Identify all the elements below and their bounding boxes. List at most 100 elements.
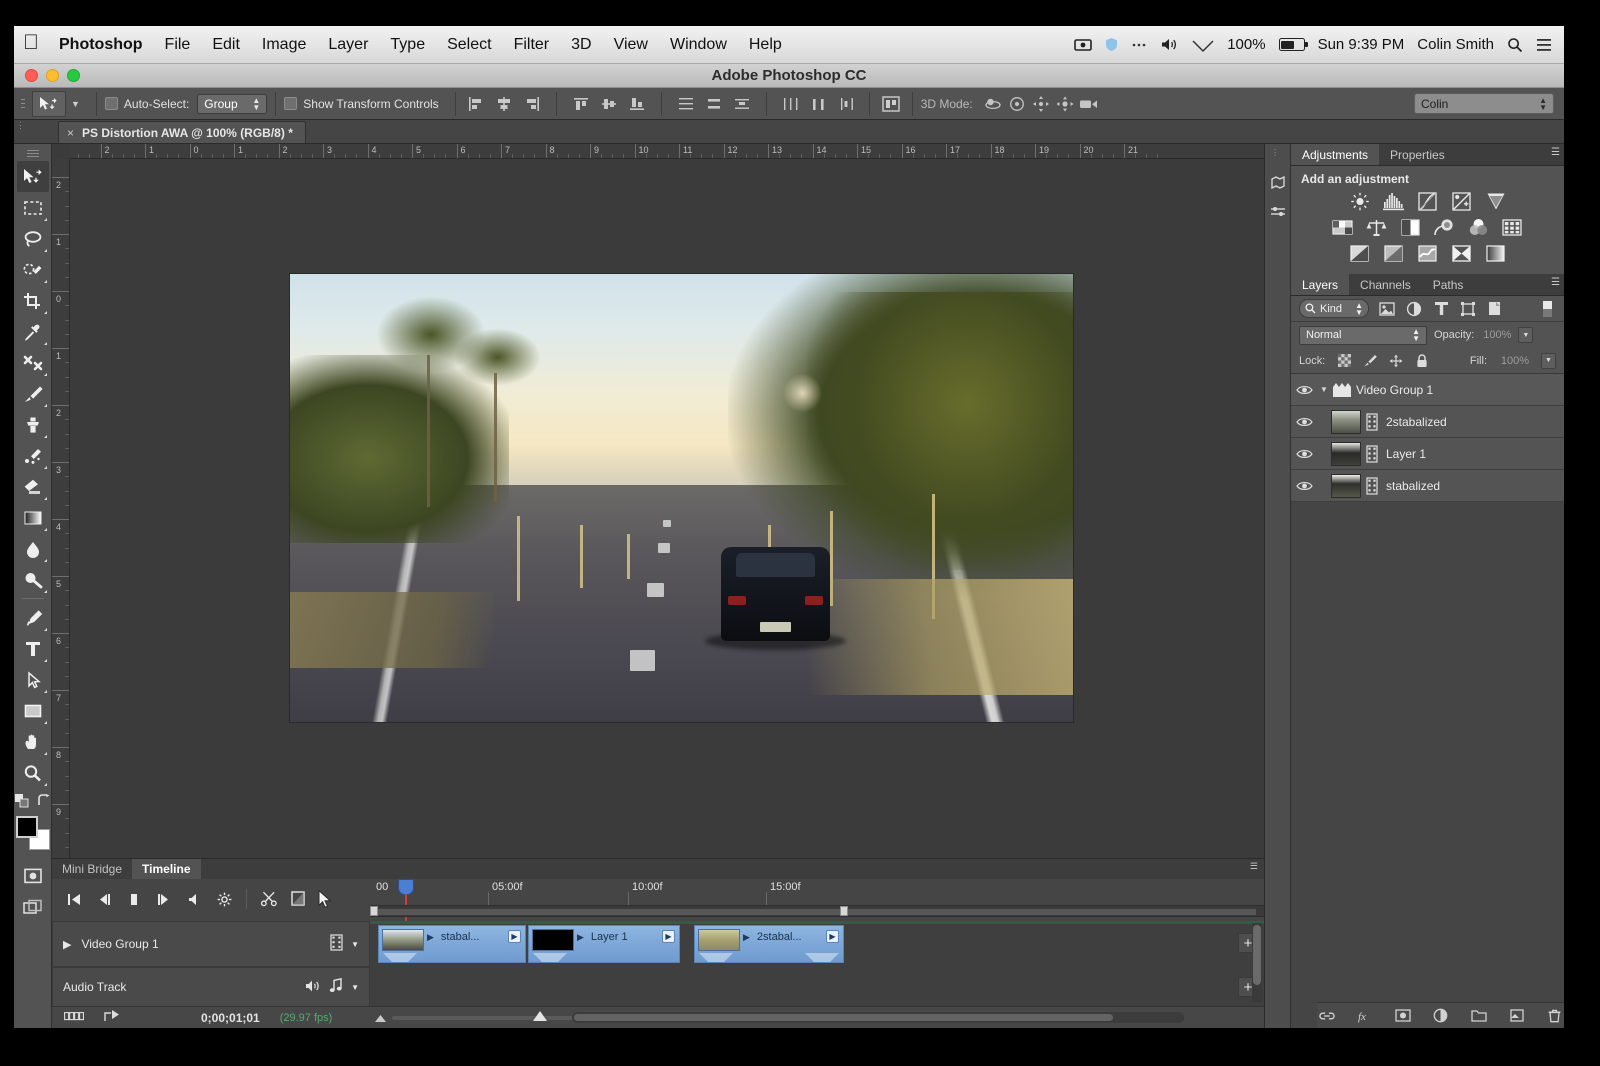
hand-tool[interactable] bbox=[17, 726, 49, 757]
lock-all-icon[interactable] bbox=[1415, 354, 1429, 368]
tool-preset-chevron-down-icon[interactable]: ▼ bbox=[71, 99, 80, 109]
hue-saturation-icon[interactable] bbox=[1332, 217, 1354, 238]
tab-adjustments[interactable]: Adjustments bbox=[1291, 144, 1379, 165]
align-bottom-edges-icon[interactable] bbox=[625, 92, 649, 116]
opacity-stepper[interactable]: ▼ bbox=[1518, 327, 1533, 343]
rectangle-tool[interactable] bbox=[17, 695, 49, 726]
zoom-tool[interactable] bbox=[17, 757, 49, 788]
layer-visibility-toggle[interactable] bbox=[1291, 448, 1317, 460]
menu-bar-clock[interactable]: Sun 9:39 PM bbox=[1318, 36, 1405, 53]
channel-mixer-icon[interactable] bbox=[1468, 217, 1490, 238]
window-titlebar[interactable]: Adobe Photoshop CC bbox=[14, 64, 1564, 88]
default-colors-icon[interactable] bbox=[15, 794, 29, 813]
align-left-edges-icon[interactable] bbox=[464, 92, 488, 116]
color-balance-icon[interactable] bbox=[1366, 217, 1388, 238]
music-note-icon[interactable] bbox=[329, 978, 343, 996]
screen-mode-icon[interactable] bbox=[17, 891, 49, 922]
selective-color-icon[interactable] bbox=[1451, 243, 1473, 264]
distribute-vertical-centers-icon[interactable] bbox=[702, 92, 726, 116]
path-selection-tool[interactable] bbox=[17, 664, 49, 695]
filter-toggle-icon[interactable] bbox=[1538, 300, 1556, 318]
show-transform-controls-checkbox[interactable] bbox=[284, 97, 297, 110]
menu-item-help[interactable]: Help bbox=[738, 36, 793, 54]
more-dots-icon[interactable] bbox=[1131, 42, 1147, 48]
document-image[interactable] bbox=[290, 274, 1073, 722]
adjustments-rail-icon[interactable] bbox=[1265, 198, 1291, 228]
blur-tool[interactable] bbox=[17, 533, 49, 564]
layer-visibility-toggle[interactable] bbox=[1291, 384, 1317, 396]
speaker-icon[interactable] bbox=[304, 979, 321, 996]
options-bar-grip[interactable] bbox=[18, 93, 28, 115]
eraser-tool[interactable] bbox=[17, 471, 49, 502]
zoom-out-icon[interactable] bbox=[374, 1012, 387, 1026]
slide-3d-object-icon[interactable] bbox=[1053, 92, 1077, 116]
distribute-top-edges-icon[interactable] bbox=[674, 92, 698, 116]
menu-item-layer[interactable]: Layer bbox=[317, 36, 379, 54]
play-button[interactable] bbox=[156, 890, 172, 908]
new-layer-icon[interactable] bbox=[1509, 1008, 1525, 1024]
levels-icon[interactable] bbox=[1383, 191, 1405, 212]
distribute-left-edges-icon[interactable] bbox=[779, 92, 803, 116]
lock-transparent-pixels-icon[interactable] bbox=[1337, 354, 1351, 368]
video-track-icon[interactable] bbox=[330, 934, 343, 954]
scale-3d-object-icon[interactable] bbox=[1077, 92, 1101, 116]
history-brush-tool[interactable] bbox=[17, 440, 49, 471]
clip-expand-chevron-right-icon[interactable]: ▶ bbox=[577, 932, 584, 943]
foreground-color-swatch[interactable] bbox=[16, 816, 38, 838]
layer-mask-icon[interactable] bbox=[1395, 1008, 1411, 1024]
menu-item-image[interactable]: Image bbox=[251, 36, 317, 54]
close-icon[interactable]: × bbox=[67, 126, 74, 140]
horizontal-ruler[interactable]: 3210123456789101112131415161718192021 bbox=[70, 144, 1264, 159]
vibrance-icon[interactable] bbox=[1485, 191, 1507, 212]
lasso-tool[interactable] bbox=[17, 223, 49, 254]
filter-pixel-icon[interactable] bbox=[1378, 300, 1396, 318]
history-panel-icon[interactable] bbox=[1265, 168, 1291, 198]
workspace-select[interactable]: Colin ▲▼ bbox=[1414, 93, 1554, 114]
apple-logo-icon[interactable]:  bbox=[14, 32, 48, 57]
layer-row-2stabalized[interactable]: 2stabalized bbox=[1291, 406, 1564, 438]
layer-style-icon[interactable]: fx bbox=[1357, 1008, 1373, 1024]
align-right-edges-icon[interactable] bbox=[520, 92, 544, 116]
opacity-value[interactable]: 100% bbox=[1481, 329, 1511, 341]
pan-3d-object-icon[interactable] bbox=[1029, 92, 1053, 116]
tab-layers[interactable]: Layers bbox=[1291, 274, 1349, 295]
battery-icon[interactable] bbox=[1279, 38, 1305, 51]
marquee-tool[interactable] bbox=[17, 192, 49, 223]
new-adjustment-icon[interactable] bbox=[1433, 1008, 1449, 1024]
track-lane[interactable]: ▶ stabal... ▶ ▶ Layer 1 ▶ bbox=[370, 921, 1264, 967]
audio-track-menu-chevron-down-icon[interactable]: ▼ bbox=[351, 983, 359, 992]
align-top-edges-icon[interactable] bbox=[569, 92, 593, 116]
tab-bar-grip[interactable]: ⋮ bbox=[16, 123, 25, 128]
search-icon[interactable] bbox=[1507, 37, 1523, 53]
render-video-icon[interactable] bbox=[104, 1009, 121, 1026]
menu-item-3d[interactable]: 3D bbox=[560, 36, 602, 54]
timeline-range-strip[interactable] bbox=[370, 905, 1264, 917]
filter-smart-object-icon[interactable] bbox=[1486, 300, 1504, 318]
document-tab[interactable]: × PS Distortion AWA @ 100% (RGB/8) * bbox=[58, 121, 306, 143]
blend-mode-select[interactable]: Normal ▲▼ bbox=[1299, 326, 1427, 345]
brush-tool[interactable] bbox=[17, 378, 49, 409]
align-horizontal-centers-icon[interactable] bbox=[492, 92, 516, 116]
timeline-range-handle-left[interactable] bbox=[370, 906, 378, 916]
link-layers-icon[interactable] bbox=[1319, 1008, 1335, 1024]
timeline-playhead[interactable] bbox=[398, 879, 414, 895]
menu-item-photoshop[interactable]: Photoshop bbox=[48, 36, 154, 54]
posterize-icon[interactable] bbox=[1383, 243, 1405, 264]
auto-select-checkbox[interactable] bbox=[105, 97, 118, 110]
move-tool[interactable] bbox=[17, 161, 49, 192]
color-lookup-icon[interactable] bbox=[1502, 217, 1524, 238]
volume-icon[interactable] bbox=[1160, 37, 1179, 52]
quick-mask-icon[interactable] bbox=[17, 860, 49, 891]
new-group-icon[interactable] bbox=[1471, 1008, 1487, 1024]
menu-item-type[interactable]: Type bbox=[379, 36, 436, 54]
gradient-map-icon[interactable] bbox=[1485, 243, 1507, 264]
quick-selection-tool[interactable] bbox=[17, 254, 49, 285]
menu-item-select[interactable]: Select bbox=[436, 36, 502, 54]
clip-expand-chevron-right-icon[interactable]: ▶ bbox=[743, 932, 750, 943]
distribute-bottom-edges-icon[interactable] bbox=[730, 92, 754, 116]
dodge-tool[interactable] bbox=[17, 564, 49, 595]
auto-select-scope-select[interactable]: Group ▲▼ bbox=[197, 94, 267, 114]
layer-thumbnail[interactable] bbox=[1331, 410, 1361, 434]
tab-paths[interactable]: Paths bbox=[1422, 274, 1475, 295]
filter-shape-icon[interactable] bbox=[1459, 300, 1477, 318]
